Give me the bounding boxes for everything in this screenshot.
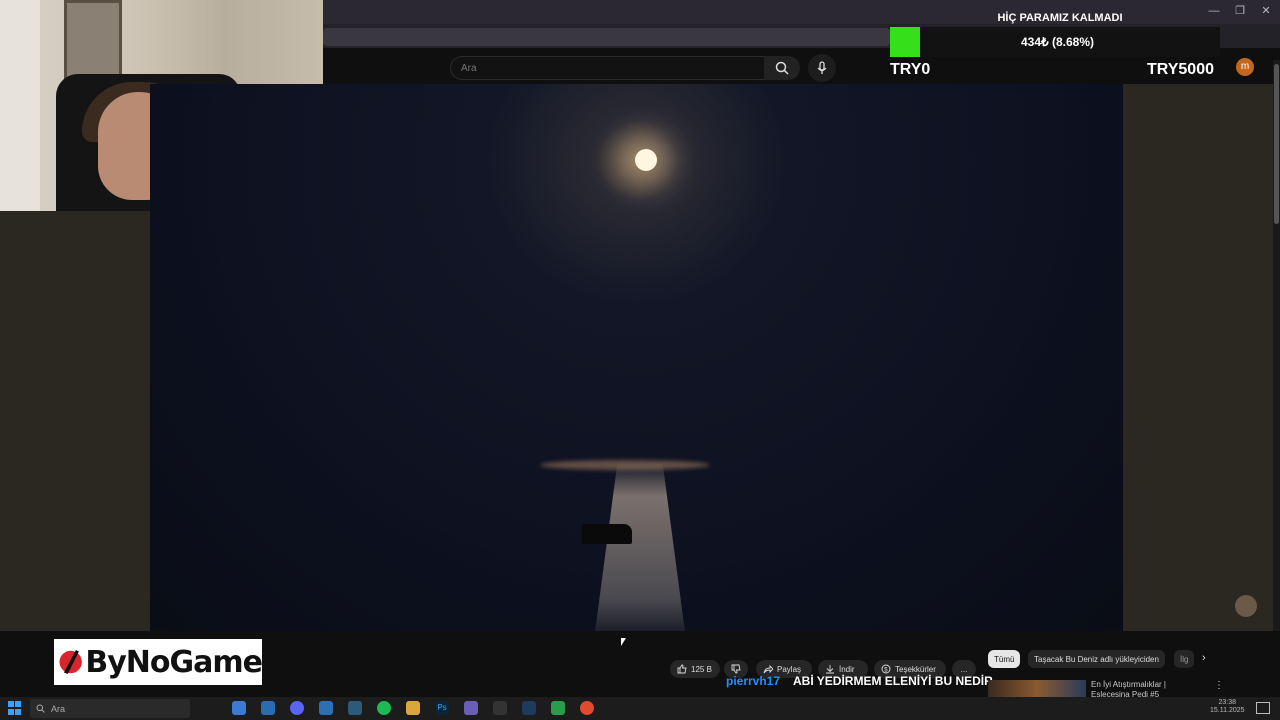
bynogame-logo-mark [59, 650, 82, 674]
chat-username: pierrvh17 [726, 674, 781, 688]
stream-goal-title: HİÇ PARAMIZ KALMADI [997, 12, 1123, 24]
bynogame-logo: ByNoGame [54, 639, 263, 685]
like-button[interactable]: 125 B [670, 660, 720, 678]
more-icon: ... [960, 664, 968, 674]
app-icon-teal[interactable] [348, 701, 362, 715]
download-label: İndir [839, 664, 855, 674]
spotify-icon[interactable] [377, 701, 391, 715]
right-background-panel [1123, 84, 1273, 631]
chip-uploader[interactable]: Taşacak Bu Deniz adlı yükleyiciden [1028, 650, 1165, 668]
video-moon [635, 149, 657, 171]
search-button[interactable] [764, 56, 800, 80]
chevron-right-icon[interactable]: › [1202, 652, 1206, 664]
mic-icon [817, 61, 827, 74]
notification-icon[interactable] [1256, 702, 1270, 714]
goal-progress-text: 434₺ (8.68%) [1020, 35, 1094, 49]
address-bar[interactable] [323, 28, 890, 46]
video-player[interactable] [150, 84, 1123, 631]
restore-icon[interactable]: ❐ [1231, 4, 1249, 18]
app-icon-green[interactable] [551, 701, 565, 715]
search-icon [775, 61, 789, 75]
share-label: Paylaş [777, 664, 802, 674]
clock-date: 15.11.2025 [1210, 707, 1245, 714]
taskbar-clock: 23:38 15.11.2025 [1210, 699, 1245, 715]
goal-min-label: TRY0 [890, 61, 931, 78]
app-icon-blue[interactable] [319, 701, 333, 715]
photoshop-icon[interactable]: Ps [435, 701, 449, 715]
video-moonlight-reflection [595, 462, 685, 631]
left-background-panel [0, 211, 150, 631]
video-boat [582, 524, 632, 544]
chip-all[interactable]: Tümü [988, 650, 1021, 668]
mouse-cursor [621, 638, 626, 646]
logo-text: ByNoGame [85, 644, 263, 680]
goal-max-label: TRY5000 [1147, 61, 1214, 78]
taskbar-search-label: Ara [51, 703, 66, 714]
scrollbar-thumb[interactable] [1274, 64, 1279, 224]
thumbs-up-icon [677, 664, 687, 674]
clock-time: 23:38 [1218, 699, 1237, 706]
search-box[interactable] [450, 56, 765, 80]
chrome-icon[interactable] [580, 701, 594, 715]
webcam-door [0, 0, 40, 211]
chip-related[interactable]: İlg [1174, 650, 1194, 668]
voice-search-button[interactable] [808, 54, 836, 82]
thanks-label: Teşekkürler [895, 664, 936, 674]
app-icon-purple[interactable] [464, 701, 478, 715]
webcam-poster [64, 0, 122, 84]
file-explorer-icon[interactable] [406, 701, 420, 715]
share-icon [763, 664, 773, 674]
kebab-menu-icon[interactable]: ⋮ [1214, 680, 1224, 691]
chat-message: ABİ YEDİRMEM ELENİYİ BU NEDİR [793, 674, 993, 688]
thanks-icon: $ [881, 664, 891, 674]
minimize-icon[interactable]: — [1205, 4, 1223, 18]
close-icon[interactable]: ✕ [1257, 4, 1275, 18]
search-icon [36, 704, 45, 713]
discord-icon[interactable] [290, 701, 304, 715]
edge-icon[interactable] [232, 701, 246, 715]
outlook-icon[interactable] [261, 701, 275, 715]
thumbs-down-icon [731, 664, 741, 674]
channel-avatar-thumb[interactable] [1235, 595, 1257, 617]
windows-taskbar [0, 697, 1280, 720]
capcut-icon[interactable] [493, 701, 507, 715]
recommended-video-thumbnail[interactable] [988, 680, 1086, 698]
user-avatar[interactable]: m [1236, 58, 1254, 76]
goal-progress-fill [890, 27, 920, 57]
taskbar-search[interactable]: Ara [30, 699, 190, 718]
app-icon-navy[interactable] [522, 701, 536, 715]
like-count: 125 B [691, 664, 712, 674]
windows-start-icon[interactable] [8, 701, 22, 715]
download-icon [826, 665, 834, 674]
search-input[interactable] [451, 57, 764, 79]
